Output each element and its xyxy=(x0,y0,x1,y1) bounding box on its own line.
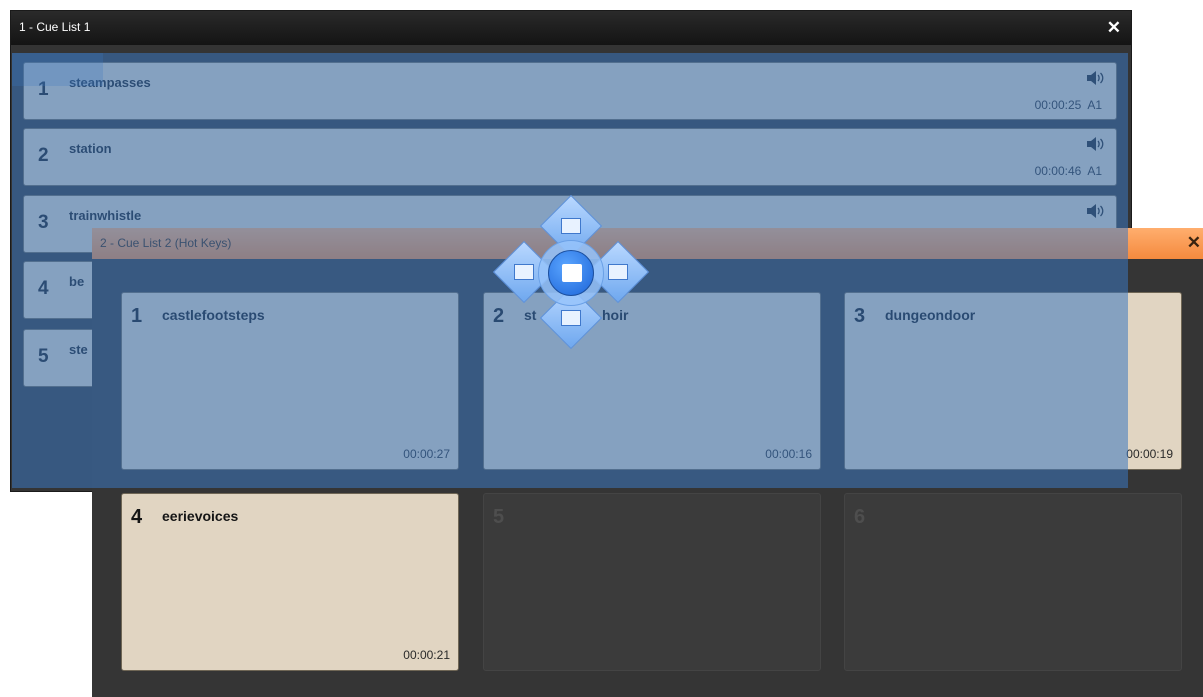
close-icon[interactable]: ✕ xyxy=(1187,234,1201,252)
hotkey-number: 5 xyxy=(493,506,505,528)
hotkey-number: 6 xyxy=(854,506,866,528)
cue-number: 1 xyxy=(38,79,49,100)
cue-number: 2 xyxy=(38,145,49,166)
cue-duration: 00:00:46 xyxy=(1034,164,1082,178)
hotkey-name: dungeondoor xyxy=(885,307,976,323)
hotkey-number: 1 xyxy=(131,305,143,327)
cue-number: 3 xyxy=(38,212,49,233)
dock-center-icon xyxy=(562,264,582,282)
hotkey-slot-5[interactable]: 5 xyxy=(483,493,821,671)
cue-name: station xyxy=(69,141,112,156)
dock-guide xyxy=(492,194,650,350)
cue-list-1-title: 1 - Cue List 1 xyxy=(19,20,91,34)
dock-bottom-icon xyxy=(561,310,581,326)
cue-name: ste xyxy=(69,342,88,357)
hotkey-number: 4 xyxy=(131,506,143,528)
cue-name: steampasses xyxy=(69,75,151,90)
hotkey-cue-3[interactable]: 3 dungeondoor 00:00:19 xyxy=(844,292,1182,470)
dock-left-icon xyxy=(514,264,534,280)
hotkey-number: 3 xyxy=(854,305,866,327)
dock-center-target[interactable] xyxy=(548,250,594,296)
hotkey-duration: 00:00:27 xyxy=(403,447,450,461)
hotkey-name: castlefootsteps xyxy=(162,307,265,323)
cue-output: A1 xyxy=(1087,98,1102,112)
cue-output: A1 xyxy=(1087,164,1102,178)
hotkey-cue-4[interactable]: 4 eerievoices 00:00:21 xyxy=(121,493,459,671)
cue-number: 5 xyxy=(38,346,49,367)
dock-top-icon xyxy=(561,218,581,234)
cue-list-2-window: 2 - Cue List 2 (Hot Keys) ✕ 1 castlefoot… xyxy=(92,228,1203,697)
cue-meta: 00:00:25 A1 xyxy=(1035,98,1102,112)
hotkey-cue-1[interactable]: 1 castlefootsteps 00:00:27 xyxy=(121,292,459,470)
dock-right-icon xyxy=(608,264,628,280)
hotkey-slot-6[interactable]: 6 xyxy=(844,493,1182,671)
speaker-icon xyxy=(1087,137,1104,151)
cue-number: 4 xyxy=(38,278,49,299)
cue-name: trainwhistle xyxy=(69,208,142,223)
speaker-icon xyxy=(1087,204,1104,218)
cue-name: be xyxy=(69,274,85,289)
close-icon[interactable]: ✕ xyxy=(1107,19,1121,37)
cue-list-1-titlebar[interactable]: 1 - Cue List 1 ✕ xyxy=(11,11,1131,45)
hotkey-duration: 00:00:16 xyxy=(765,447,812,461)
cue-list-2-title: 2 - Cue List 2 (Hot Keys) xyxy=(100,236,232,250)
cue-row-1[interactable]: 1 steampasses 00:00:25 A1 xyxy=(23,62,1117,120)
cue-duration: 00:00:25 xyxy=(1034,98,1082,112)
cue-row-2[interactable]: 2 station 00:00:46 A1 xyxy=(23,128,1117,186)
hotkey-duration: 00:00:21 xyxy=(403,648,450,662)
speaker-icon xyxy=(1087,71,1104,85)
hotkey-name: eerievoices xyxy=(162,508,239,524)
cue-meta: 00:00:46 A1 xyxy=(1035,164,1102,178)
cue-list-2-titlebar[interactable]: 2 - Cue List 2 (Hot Keys) ✕ xyxy=(92,228,1203,259)
hotkey-duration: 00:00:19 xyxy=(1126,447,1173,461)
